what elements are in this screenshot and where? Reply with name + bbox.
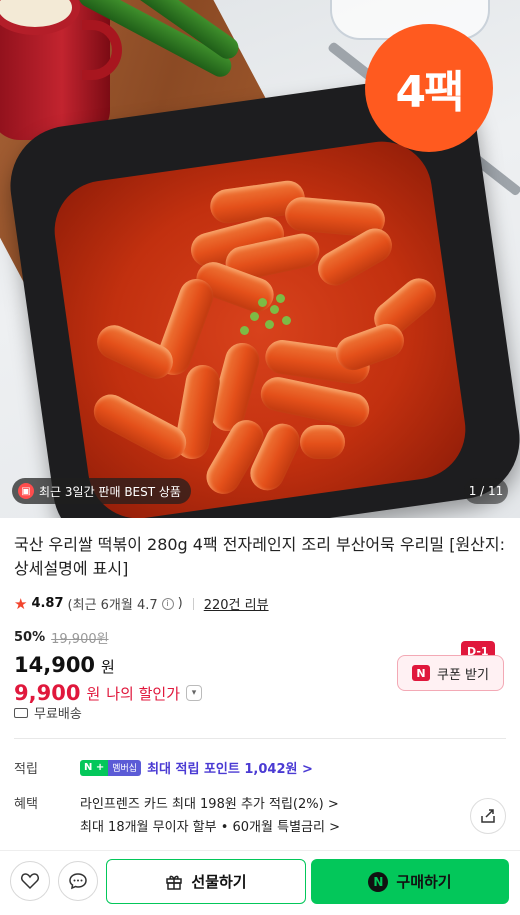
rating-value: 4.87 <box>31 596 64 611</box>
reviews-link[interactable]: 220건 리뷰 <box>204 594 269 613</box>
bottom-action-bar: 선물하기 N 구매하기 <box>0 850 520 915</box>
coupon-button[interactable]: N 쿠폰 받기 <box>397 655 504 691</box>
info-icon[interactable]: i <box>161 597 174 610</box>
naver-pay-icon: N <box>368 871 389 892</box>
recent-rating-close: ) <box>177 596 183 611</box>
benefit-installment[interactable]: 최대 18개월 무이자 할부 • 60개월 특별금리 > <box>80 816 340 835</box>
wishlist-button[interactable] <box>10 861 50 901</box>
pack-count-badge: 4팩 <box>365 24 493 152</box>
sale-price-unit: 원 <box>101 658 115 676</box>
points-text: 최대 적립 포인트 1,042원 > <box>147 762 313 777</box>
price-block: 50% 19,900원 14,900 원 9,900 원 나의 할인가 ▾ <box>14 628 203 705</box>
best-seller-badge: ▣ 최근 3일간 판매 BEST 상품 <box>12 478 191 504</box>
coupon-icon: N <box>412 665 430 681</box>
truck-icon <box>14 707 28 718</box>
best-seller-text: 최근 3일간 판매 BEST 상품 <box>39 484 181 499</box>
points-row[interactable]: N + 멤버십 최대 적립 포인트 1,042원 > <box>80 758 313 777</box>
rice-cake <box>300 425 345 459</box>
heart-icon <box>21 873 39 890</box>
shipping-text: 무료배송 <box>34 707 82 722</box>
chat-icon <box>69 873 87 890</box>
rating-row: ★ 4.87 (최근 6개월 4.7 i ) 220건 리뷰 <box>14 594 269 614</box>
product-image[interactable]: 4팩 ▣ 최근 3일간 판매 BEST 상품 1 / 11 <box>0 0 520 518</box>
divider <box>192 597 194 610</box>
green-onion <box>250 312 259 321</box>
coupon-label: 쿠폰 받기 <box>437 667 489 683</box>
buy-button[interactable]: N 구매하기 <box>311 859 509 904</box>
sale-price: 14,900 <box>14 653 96 677</box>
points-label: 적립 <box>14 762 38 777</box>
product-title: 국산 우리쌀 떡볶이 280g 4팩 전자레인지 조리 부산어묵 우리밀 [원산… <box>14 535 506 578</box>
price-line: 14,900 원 <box>14 653 202 677</box>
green-onion <box>240 326 249 335</box>
original-price: 19,900원 <box>51 632 109 647</box>
green-onion <box>270 305 279 314</box>
green-onion <box>282 316 291 325</box>
benefit-card-point[interactable]: 라인프렌즈 카드 최대 198원 추가 적립(2%) > <box>80 793 339 812</box>
share-icon <box>481 809 495 823</box>
membership-badge: N + 멤버십 <box>80 759 142 776</box>
my-price-unit: 원 <box>86 684 101 703</box>
image-counter: 1 / 11 <box>464 478 508 504</box>
green-onion <box>258 298 267 307</box>
buy-button-label: 구매하기 <box>396 873 452 891</box>
benefits-label: 혜택 <box>14 797 38 812</box>
star-icon: ★ <box>14 594 28 613</box>
share-button[interactable] <box>470 798 506 834</box>
my-price-line: 9,900 원 나의 할인가 ▾ <box>14 681 203 705</box>
my-price: 9,900 <box>14 681 81 705</box>
gift-icon <box>166 875 183 890</box>
my-price-label: 나의 할인가 <box>106 684 181 703</box>
recent-rating: (최근 6개월 4.7 <box>67 598 158 613</box>
green-onion <box>276 294 285 303</box>
discount-rate: 50% <box>14 630 46 645</box>
discount-line: 50% 19,900원 <box>14 628 202 647</box>
green-onion <box>265 320 274 329</box>
chevron-down-icon[interactable]: ▾ <box>186 685 203 701</box>
divider <box>14 738 506 739</box>
talk-button[interactable] <box>58 861 98 901</box>
gift-icon: ▣ <box>18 483 34 499</box>
gift-button-label: 선물하기 <box>191 873 247 891</box>
shipping-info: 무료배송 <box>14 703 82 722</box>
gift-button[interactable]: 선물하기 <box>106 859 306 904</box>
